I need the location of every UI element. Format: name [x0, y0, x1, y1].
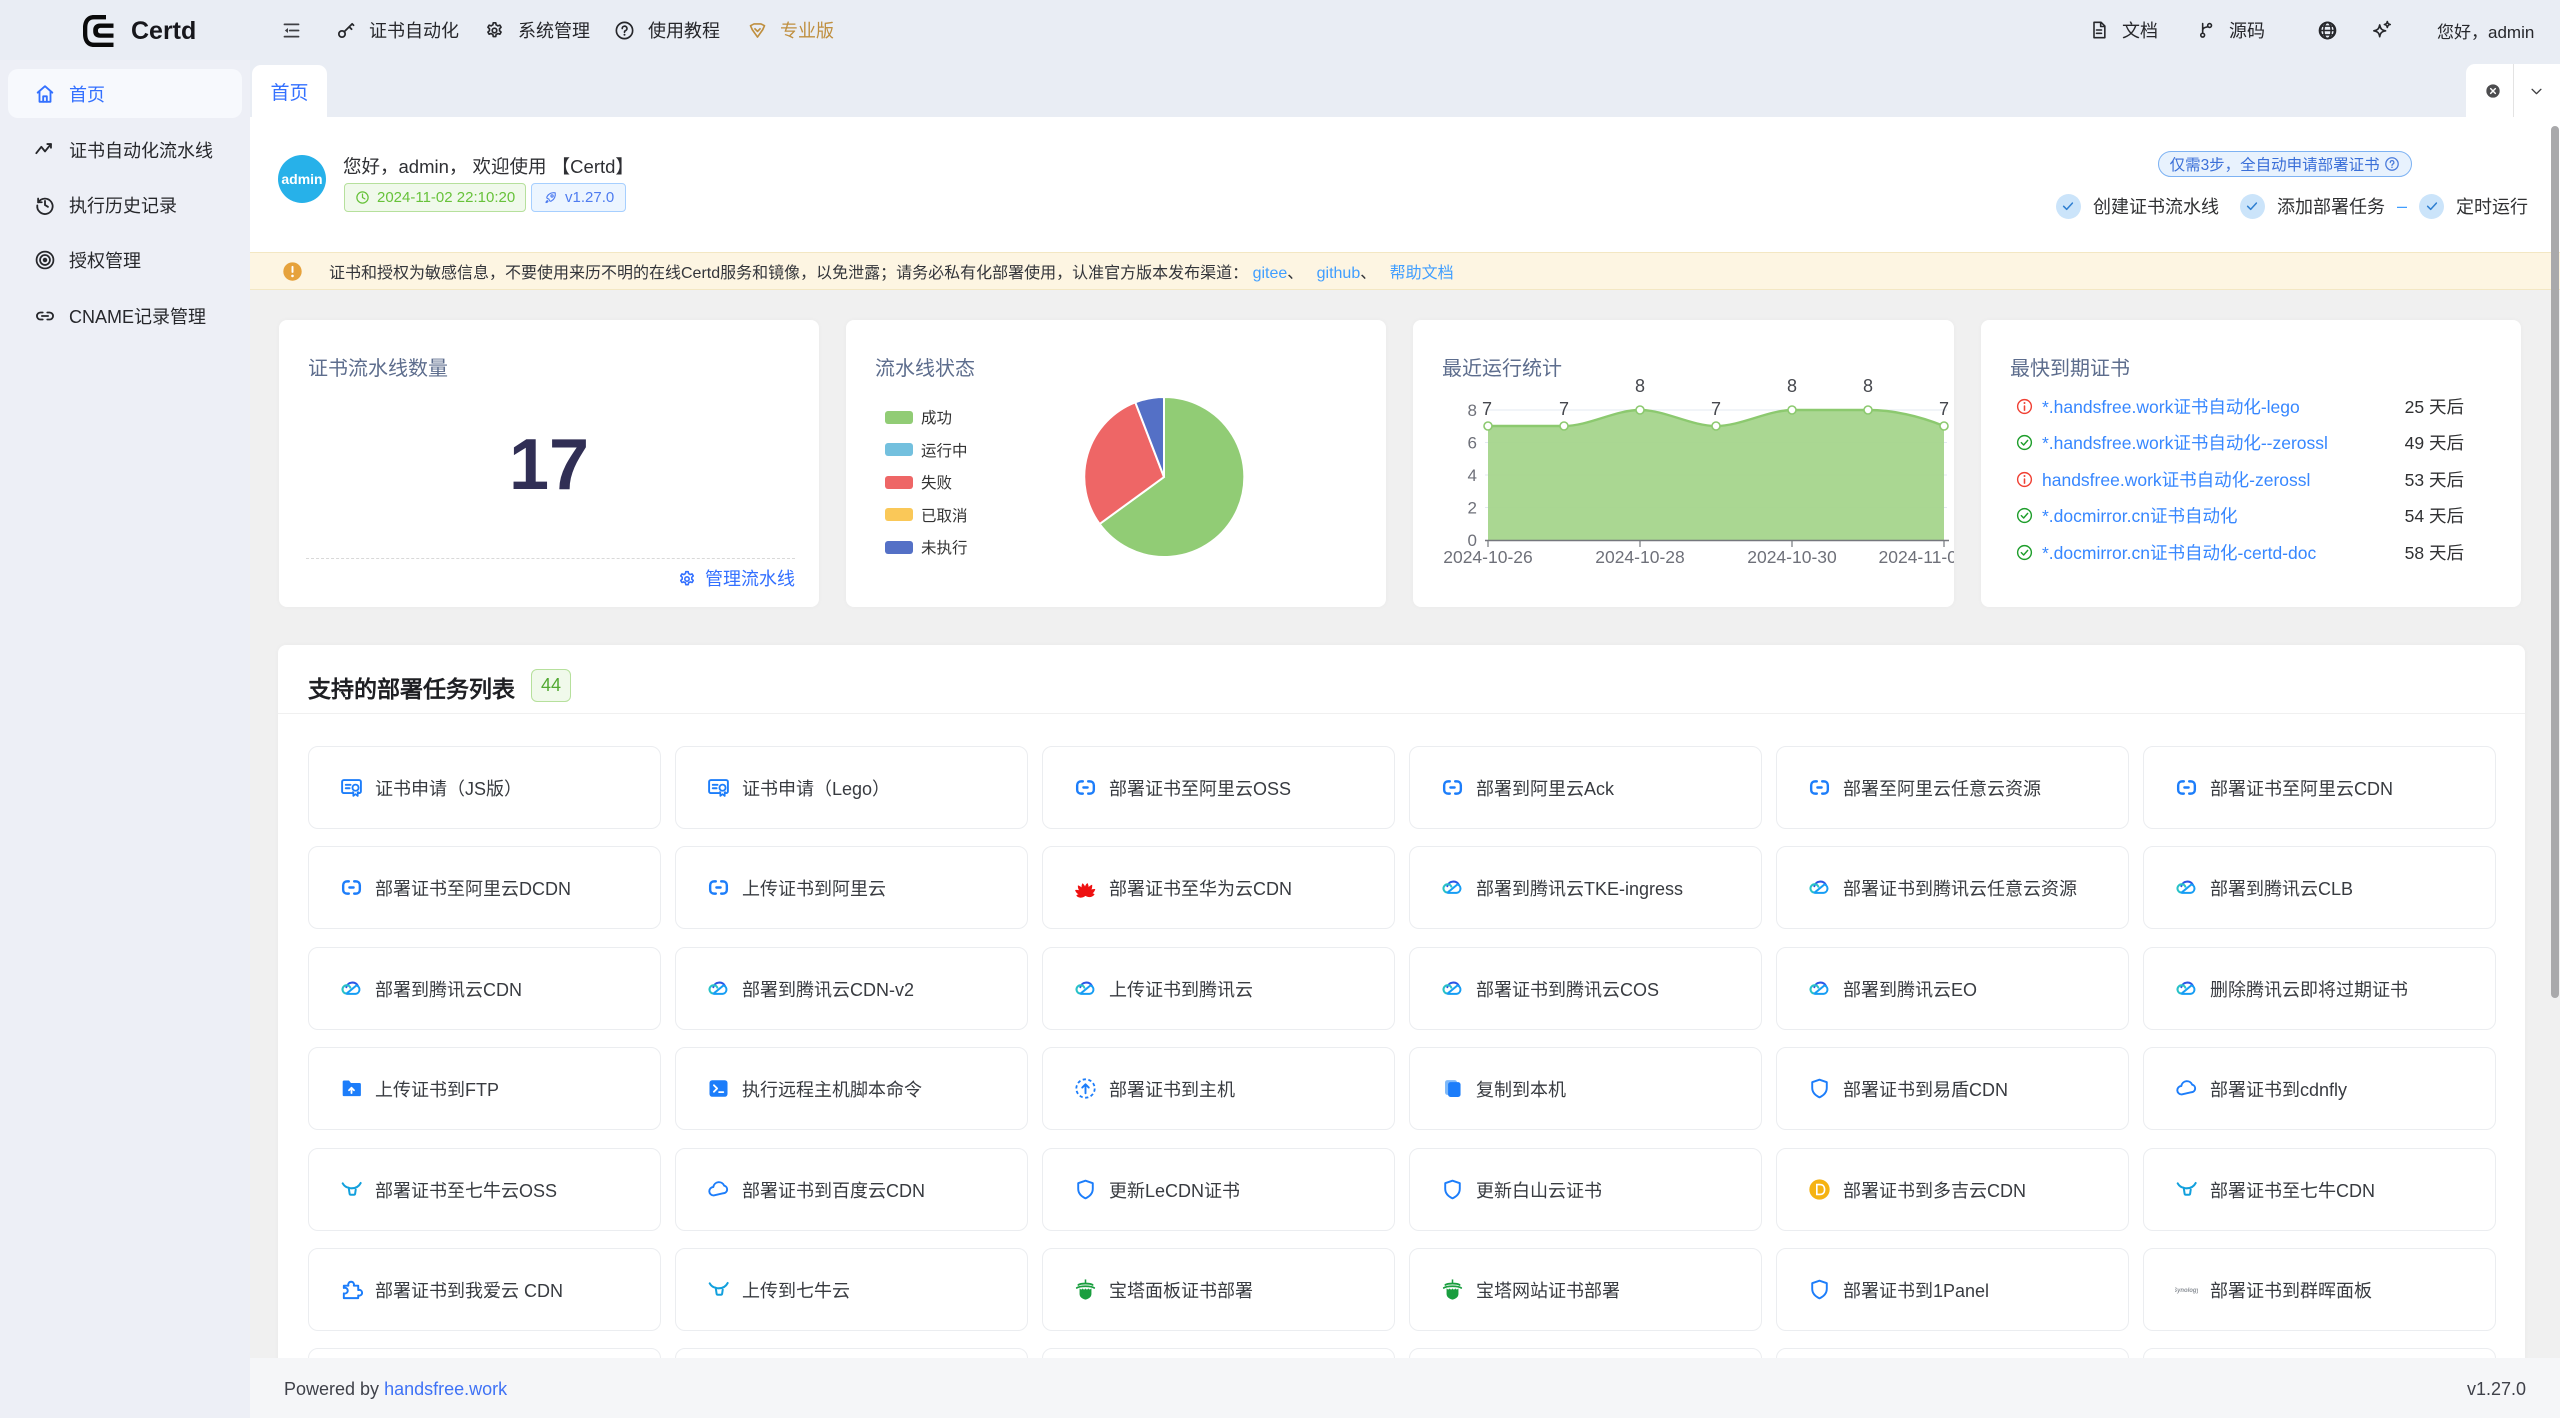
svg-text:2: 2 [1468, 499, 1477, 518]
svg-text:7: 7 [1711, 399, 1721, 419]
svg-text:7: 7 [1559, 399, 1569, 419]
svg-text:8: 8 [1635, 376, 1645, 396]
svg-text:2024-10-28: 2024-10-28 [1595, 547, 1685, 567]
svg-text:8: 8 [1863, 376, 1873, 396]
svg-text:2024-10-26: 2024-10-26 [1443, 547, 1533, 567]
svg-text:8: 8 [1787, 376, 1797, 396]
svg-text:2024-10-30: 2024-10-30 [1747, 547, 1837, 567]
svg-text:2024-11-0: 2024-11-0 [1879, 547, 1955, 567]
svg-text:7: 7 [1482, 399, 1492, 419]
svg-text:6: 6 [1468, 434, 1477, 453]
svg-text:7: 7 [1939, 399, 1949, 419]
svg-text:8: 8 [1468, 401, 1477, 420]
svg-text:4: 4 [1468, 466, 1477, 485]
